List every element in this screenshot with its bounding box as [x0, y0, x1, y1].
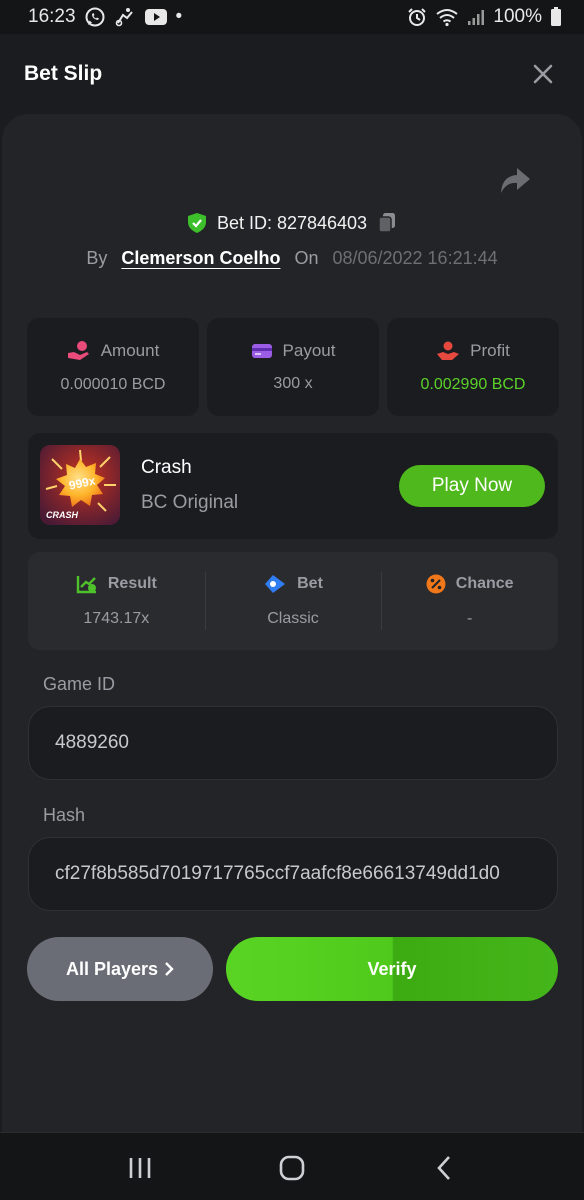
amount-label-row: Amount	[67, 340, 160, 362]
youtube-icon	[144, 9, 167, 25]
page-title: Bet Slip	[24, 62, 103, 85]
status-time: 16:23	[28, 6, 76, 27]
status-dot: •	[175, 6, 183, 27]
percent-icon	[426, 574, 446, 594]
result-column: Result 1743.17x	[28, 552, 205, 650]
game-name: Crash	[141, 457, 192, 478]
wifi-icon	[436, 9, 459, 27]
chance-value: -	[467, 610, 473, 627]
bet-id: Bet ID: 827846403	[216, 212, 368, 233]
game-subtitle: BC Original	[141, 492, 239, 513]
bet-slip-header: Bet Slip	[0, 34, 584, 114]
result-value: 1743.17x	[83, 610, 150, 627]
back-button[interactable]	[424, 1153, 464, 1183]
game-id-label: Game ID	[43, 674, 116, 694]
verify-button[interactable]: Verify	[226, 937, 558, 1001]
battery-icon	[551, 7, 561, 26]
chart-check-icon	[76, 576, 96, 594]
profit-label-row: Profit	[436, 340, 510, 362]
play-now-button[interactable]: Play Now	[399, 465, 545, 507]
rider-icon	[115, 8, 133, 27]
chevron-right-icon	[165, 962, 174, 976]
back-icon	[437, 1156, 450, 1180]
result-label-row: Result	[76, 574, 157, 594]
alarm-icon	[408, 8, 427, 26]
status-right: 100%	[407, 6, 562, 28]
battery-percent: 100%	[493, 6, 542, 27]
game-card: 999x CRASH Crash BC Original Play Now	[28, 433, 558, 539]
result-label: Result	[107, 575, 157, 592]
bet-label-row: Bet	[263, 574, 323, 594]
close-button[interactable]	[528, 59, 558, 89]
close-icon	[533, 64, 553, 84]
bet-meta-row: By Clemerson Coelho On 08/06/2022 16:21:…	[0, 244, 584, 272]
signal-icon	[468, 10, 485, 25]
amount-label: Amount	[100, 341, 160, 360]
amount-card: Amount 0.000010 BCD	[27, 318, 199, 416]
share-button[interactable]	[498, 166, 532, 196]
wallet-card-icon	[251, 344, 272, 358]
bet-type-label: Bet	[297, 575, 323, 592]
payout-card: Payout 300 x	[207, 318, 379, 416]
recent-apps-icon	[129, 1158, 151, 1178]
profit-value: 0.002990 BCD	[420, 376, 526, 393]
bet-date: 08/06/2022 16:21:44	[332, 247, 498, 268]
game-id-field[interactable]: 4889260	[28, 706, 558, 780]
status-bar: 16:23 • 100%	[0, 0, 584, 34]
all-players-button[interactable]: All Players	[27, 937, 213, 1001]
chance-label: Chance	[455, 575, 514, 592]
home-icon	[279, 1155, 305, 1181]
hash-field[interactable]: cf27f8b585d7019717765ccf7aafcf8e66613749…	[28, 837, 558, 911]
verified-shield-icon	[187, 213, 206, 233]
crash-game-thumbnail[interactable]: 999x CRASH	[40, 445, 120, 525]
payout-value: 300 x	[273, 375, 313, 392]
by-label: By	[86, 247, 108, 268]
all-players-label: All Players	[65, 958, 159, 979]
status-left: 16:23 •	[28, 6, 182, 28]
profit-card: Profit 0.002990 BCD	[387, 318, 559, 416]
recent-apps-button[interactable]	[120, 1153, 160, 1183]
thumb-label: CRASH	[46, 510, 79, 520]
hand-coin-icon	[67, 341, 89, 360]
home-button[interactable]	[272, 1153, 312, 1183]
copy-button[interactable]	[377, 212, 397, 234]
amount-value: 0.000010 BCD	[60, 376, 166, 393]
hash-label: Hash	[43, 805, 86, 825]
hand-profit-icon	[437, 341, 460, 360]
payout-label: Payout	[282, 341, 336, 360]
profit-label: Profit	[470, 341, 510, 360]
payout-label-row: Payout	[251, 341, 336, 361]
bet-details-card: Result 1743.17x Bet Classic Chance -	[28, 552, 558, 650]
player-name-link[interactable]: Clemerson Coelho	[121, 248, 280, 269]
bet-column: Bet Classic	[204, 552, 382, 650]
bet-type-value: Classic	[267, 610, 319, 627]
share-icon	[501, 168, 530, 193]
whatsapp-icon	[85, 7, 105, 27]
chance-column: Chance -	[381, 552, 558, 650]
copy-icon	[378, 213, 396, 233]
explosion-icon: 999x CRASH	[40, 445, 120, 525]
system-nav-bar	[0, 1132, 584, 1200]
ticket-icon	[265, 575, 286, 593]
bet-id-row: Bet ID: 827846403	[0, 208, 584, 238]
chance-label-row: Chance	[426, 574, 514, 594]
on-label: On	[294, 247, 319, 268]
